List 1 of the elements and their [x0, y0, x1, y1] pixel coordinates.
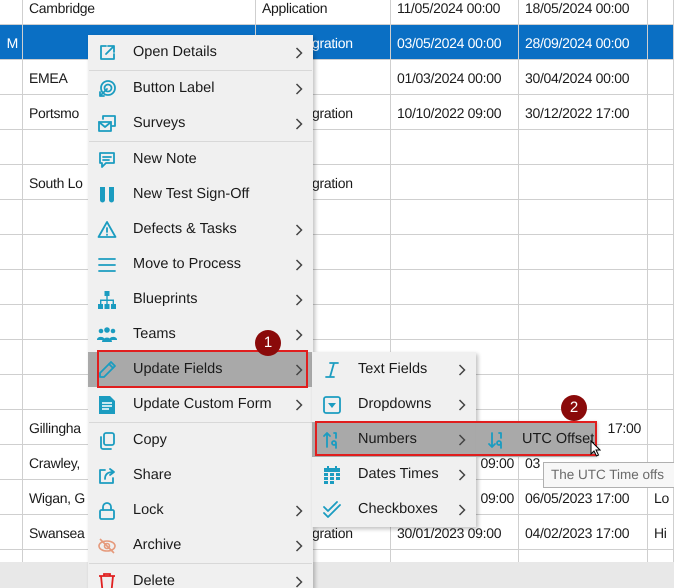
tooltip: The UTC Time offs [543, 462, 674, 488]
